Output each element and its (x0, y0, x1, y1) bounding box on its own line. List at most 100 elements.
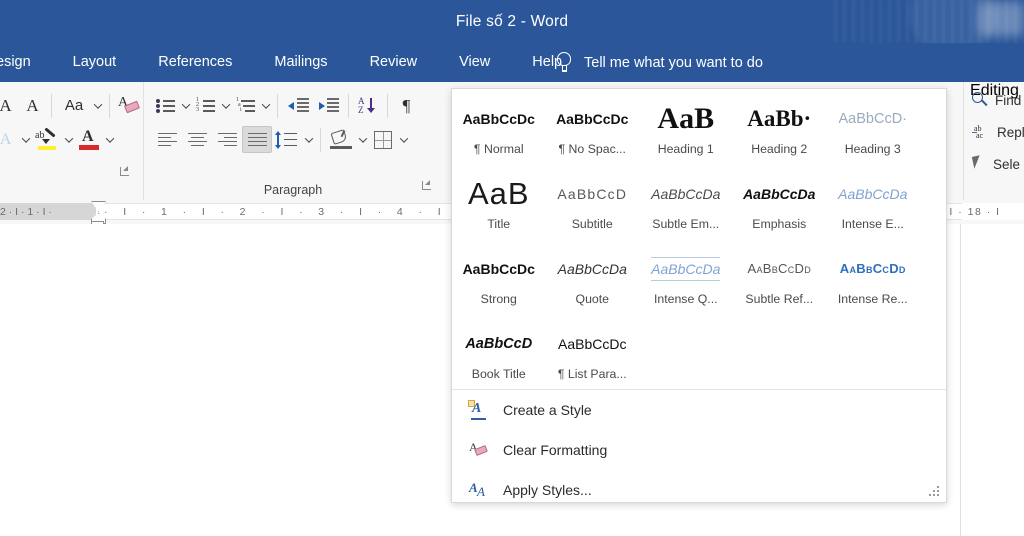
paragraph-divider-3 (387, 93, 388, 118)
shading-button[interactable] (326, 126, 356, 153)
numbering-button[interactable]: 1 2 3 (192, 92, 219, 119)
paragraph-dialog-launcher[interactable] (422, 180, 434, 192)
increase-indent-icon (318, 98, 339, 113)
font-group: A A Aa A A ab A (0, 82, 140, 200)
style-preview: AaBbCcDc (462, 260, 535, 277)
tell-me-label: Tell me what you want to do (584, 54, 763, 71)
style-item-book-title[interactable]: AaBbCcD Book Title (452, 314, 546, 389)
style-label: Intense Q... (653, 291, 718, 306)
text-effects-button[interactable]: A (19, 92, 46, 119)
resize-grip[interactable] (929, 486, 940, 497)
bullets-chevron-down-icon[interactable] (179, 93, 192, 119)
tab-view[interactable]: View (438, 43, 511, 82)
style-item-subtle-reference[interactable]: AaBbCcDd Subtle Ref... (733, 239, 827, 314)
style-item-intense-emphasis[interactable]: AaBbCcDa Intense E... (826, 164, 920, 239)
align-left-button[interactable] (152, 126, 182, 153)
ruler-right-marks-text: · I · 18 · I (940, 205, 1001, 218)
style-preview: AaB (657, 101, 715, 135)
tab-mailings[interactable]: Mailings (253, 43, 348, 82)
styles-row: AaBbCcDc Strong AaBbCcDa Quote AaBbCcDa … (452, 239, 946, 314)
line-spacing-chevron-down-icon[interactable] (302, 127, 315, 153)
style-item-list-paragraph[interactable]: AaBbCcDc ¶ List Para... (546, 314, 640, 389)
tell-me-search[interactable]: Tell me what you want to do (556, 43, 763, 82)
justify-button[interactable] (242, 126, 272, 153)
replace-button[interactable]: ab ac Repl (972, 124, 1024, 140)
style-preview: AaBbCcDa (838, 185, 908, 202)
line-spacing-button[interactable] (272, 126, 302, 153)
tab-layout[interactable]: Layout (52, 43, 138, 82)
style-item-title[interactable]: AaB Title (452, 164, 546, 239)
superscript-button[interactable]: A (0, 92, 19, 119)
justify-icon (247, 132, 267, 147)
tab-references[interactable]: References (137, 43, 253, 82)
sort-button[interactable]: AZ (354, 92, 382, 119)
style-item-strong[interactable]: AaBbCcDc Strong (452, 239, 546, 314)
style-preview: AaBbCcD· (838, 110, 908, 127)
font-style-chevron-down-icon[interactable] (19, 127, 32, 153)
style-preview: AaBbCcDa (651, 185, 721, 202)
paint-bucket-icon (330, 128, 352, 149)
style-label: Heading 1 (657, 141, 714, 156)
style-label: Subtitle (571, 216, 613, 231)
text-highlight-color-button[interactable]: ab (32, 126, 62, 153)
numbering-chevron-down-icon[interactable] (219, 93, 232, 119)
style-label: Title (487, 216, 511, 231)
shading-chevron-down-icon[interactable] (356, 127, 369, 153)
tab-design[interactable]: esign (0, 43, 52, 82)
style-label: ¶ List Para... (557, 366, 627, 381)
borders-chevron-down-icon[interactable] (397, 127, 410, 153)
show-formatting-marks-button[interactable]: ¶ (393, 92, 420, 119)
style-item-intense-reference[interactable]: AaBbCcDd Intense Re... (826, 239, 920, 314)
sort-az-icon: AZ (358, 96, 378, 115)
clear-formatting-menu-item[interactable]: A Clear Formatting (452, 430, 946, 470)
style-item-no-spacing[interactable]: AaBbCcDc ¶ No Spac... (546, 89, 640, 164)
style-item-subtle-emphasis[interactable]: AaBbCcDa Subtle Em... (639, 164, 733, 239)
change-case-chevron-down-icon[interactable] (91, 93, 104, 119)
multilevel-chevron-down-icon[interactable] (259, 93, 272, 119)
apply-styles-menu-item[interactable]: AA Apply Styles... (452, 470, 946, 510)
font-color-chevron-down-icon[interactable] (103, 127, 116, 153)
style-label: Quote (575, 291, 610, 306)
decrease-indent-button[interactable] (283, 92, 313, 119)
align-right-icon (217, 132, 237, 147)
find-button[interactable]: Find (972, 92, 1021, 108)
style-item-subtitle[interactable]: AaBbCcD Subtitle (546, 164, 640, 239)
a-outline-glyph: A (0, 130, 12, 148)
select-button[interactable]: Sele (971, 155, 1021, 173)
a-glyph: A (26, 96, 39, 115)
align-center-button[interactable] (182, 126, 212, 153)
tab-review[interactable]: Review (349, 43, 439, 82)
multilevel-list-button[interactable]: 1 a i (232, 92, 259, 119)
pilcrow-icon: ¶ (402, 95, 411, 115)
style-item-heading-3[interactable]: AaBbCcD· Heading 3 (826, 89, 920, 164)
align-right-button[interactable] (212, 126, 242, 153)
increase-indent-button[interactable] (313, 92, 343, 119)
highlight-color-chevron-down-icon[interactable] (62, 127, 75, 153)
bullets-button[interactable] (152, 92, 179, 119)
lightbulb-icon (556, 52, 573, 73)
style-item-heading-1[interactable]: AaB Heading 1 (639, 89, 733, 164)
styles-row: AaBbCcDc ¶ Normal AaBbCcDc ¶ No Spac... … (452, 89, 946, 164)
style-preview: AaB (467, 175, 530, 211)
styles-gallery-dropdown: AaBbCcDc ¶ Normal AaBbCcDc ¶ No Spac... … (451, 88, 947, 503)
style-item-intense-quote[interactable]: AaBbCcDa Intense Q... (639, 239, 733, 314)
font-style-button[interactable]: A (0, 126, 19, 153)
change-case-button[interactable]: Aa (57, 92, 91, 119)
style-item-emphasis[interactable]: AaBbCcDa Emphasis (733, 164, 827, 239)
style-label: Intense E... (841, 216, 904, 231)
clear-all-formatting-button[interactable]: A (115, 92, 145, 119)
style-item-heading-2[interactable]: AaBb· Heading 2 (733, 89, 827, 164)
numbered-list-icon: 1 2 3 (196, 97, 215, 113)
font-color-button[interactable]: A (75, 126, 103, 153)
style-item-normal[interactable]: AaBbCcDc ¶ Normal (452, 89, 546, 164)
create-a-style-menu-item[interactable]: A Create a Style (452, 390, 946, 430)
style-label: Heading 2 (751, 141, 808, 156)
style-item-quote[interactable]: AaBbCcDa Quote (546, 239, 640, 314)
select-label: Sele (993, 157, 1021, 172)
font-dialog-launcher[interactable] (120, 166, 132, 178)
borders-button[interactable] (369, 126, 397, 153)
align-left-icon (157, 132, 177, 147)
style-label: Emphasis (752, 216, 807, 231)
superscript-glyph: A (0, 96, 12, 115)
window-title: File số 2 - Word (455, 13, 569, 30)
